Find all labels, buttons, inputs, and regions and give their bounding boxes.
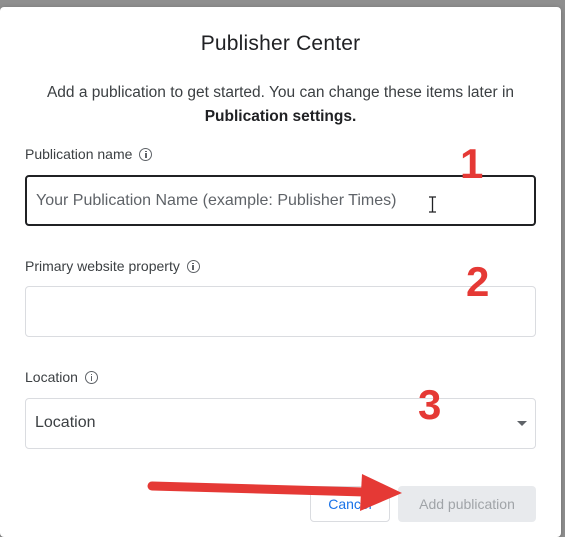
location-select[interactable]: Location [25,398,536,449]
publication-name-label: Publication name [25,146,153,162]
step-2-annotation: 2 [466,258,490,305]
info-icon[interactable] [139,147,153,161]
website-property-label: Primary website property [25,258,200,274]
subtitle-text: Add a publication to get started. You ca… [46,84,515,101]
website-property-input[interactable] [25,286,536,337]
step-1-annotation: 1 [460,140,484,187]
step-3-annotation: 3 [418,381,442,428]
subtitle-settings-link: Publication settings. [204,108,357,125]
caret-down-icon[interactable] [517,421,527,426]
cancel-button[interactable]: Cancel [310,486,390,522]
text-cursor-icon [429,196,436,213]
info-icon[interactable] [84,370,98,384]
publication-name-label-text: Publication name [25,146,133,162]
info-icon[interactable] [186,259,200,273]
dialog-title: Publisher Center [200,32,361,55]
location-label-text: Location [25,369,78,385]
dialog-subtitle: Add a publication to get started. You ca… [20,81,541,129]
location-selected-value: Location [35,414,96,431]
add-publication-button[interactable]: Add publication [398,486,536,522]
website-property-label-text: Primary website property [25,258,180,274]
location-label: Location [25,369,98,385]
